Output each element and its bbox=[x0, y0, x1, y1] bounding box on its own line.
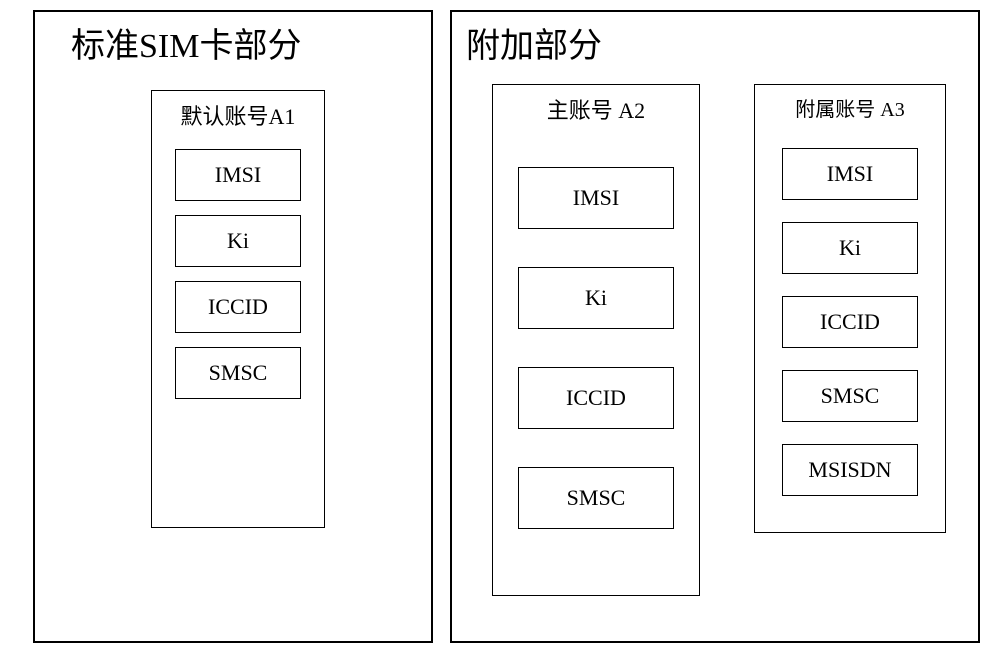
sub-account-title: 附属账号 A3 bbox=[755, 85, 945, 126]
field-ki: Ki bbox=[175, 215, 301, 267]
addon-panel-title: 附加部分 bbox=[466, 18, 602, 67]
field-imsi: IMSI bbox=[175, 149, 301, 201]
field-iccid: ICCID bbox=[175, 281, 301, 333]
main-account-title: 主账号 A2 bbox=[493, 85, 699, 129]
field-smsc: SMSC bbox=[175, 347, 301, 399]
field-msisdn: MSISDN bbox=[782, 444, 918, 496]
field-ki: Ki bbox=[782, 222, 918, 274]
main-account-box: 主账号 A2 IMSI Ki ICCID SMSC bbox=[492, 84, 700, 596]
field-iccid: ICCID bbox=[518, 367, 674, 429]
standard-sim-panel-title: 标准SIM卡部分 bbox=[71, 18, 301, 67]
default-account-box: 默认账号A1 IMSI Ki ICCID SMSC bbox=[151, 90, 325, 528]
field-imsi: IMSI bbox=[518, 167, 674, 229]
default-account-title: 默认账号A1 bbox=[152, 91, 324, 135]
field-smsc: SMSC bbox=[782, 370, 918, 422]
field-imsi: IMSI bbox=[782, 148, 918, 200]
field-smsc: SMSC bbox=[518, 467, 674, 529]
field-iccid: ICCID bbox=[782, 296, 918, 348]
field-ki: Ki bbox=[518, 267, 674, 329]
addon-panel: 附加部分 主账号 A2 IMSI Ki ICCID SMSC 附属账号 A3 I… bbox=[450, 10, 980, 643]
sub-account-box: 附属账号 A3 IMSI Ki ICCID SMSC MSISDN bbox=[754, 84, 946, 533]
standard-sim-panel: 标准SIM卡部分 默认账号A1 IMSI Ki ICCID SMSC bbox=[33, 10, 433, 643]
